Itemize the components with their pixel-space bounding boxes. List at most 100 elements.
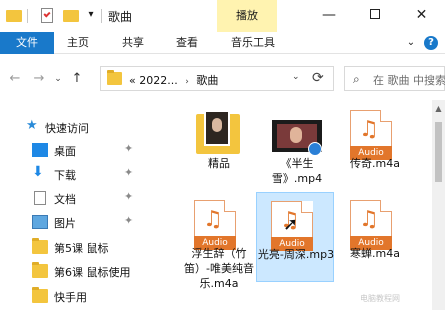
music-note-icon: ♫ (359, 117, 379, 142)
audio-thumbnail: ♫ Audio (194, 200, 244, 250)
folder-icon (196, 110, 240, 154)
address-row: ← → ⌄ ↑ « 2022... › 歌曲 ⌄ ⟳ ⌕ 在 歌曲 中搜索 (0, 54, 445, 100)
audio-thumbnail: ♫ Audio (350, 200, 400, 250)
photo-thumbnail (204, 110, 230, 146)
sidebar-item-label: 第5课 鼠标 (54, 242, 109, 255)
breadcrumb-separator[interactable]: › (185, 77, 189, 87)
back-button[interactable]: ← (6, 70, 24, 88)
properties-icon[interactable] (41, 8, 53, 23)
audio-file-icon: ♫ Audio (350, 110, 392, 160)
sidebar-item-lesson5[interactable]: 第5课 鼠标 (0, 236, 148, 258)
breadcrumb-item[interactable]: 2022... (139, 74, 177, 87)
window-title: 歌曲 (108, 10, 133, 24)
forward-button[interactable]: → (30, 70, 48, 88)
folder-icon (32, 287, 48, 303)
search-icon: ⌕ (353, 72, 360, 86)
folder-icon (107, 70, 122, 85)
file-name: 精品 (208, 157, 230, 170)
tab-file[interactable]: 文件 (0, 32, 54, 54)
search-placeholder: 在 歌曲 中搜索 (373, 74, 445, 87)
sidebar-item-desktop[interactable]: 桌面 ✦ (0, 139, 148, 161)
file-item[interactable]: ♫ Audio 传奇.m4a (336, 102, 414, 202)
sidebar-item-documents[interactable]: 文档 ✦ (0, 187, 148, 209)
sidebar-item-lesson6[interactable]: 第6课 鼠标使用 (0, 260, 148, 282)
file-list: 精品 《半生雪》.mp4 ♫ Audio 传奇.m4a ♫ Audio 浮生辞（… (148, 100, 445, 310)
tab-share[interactable]: 共享 (122, 32, 144, 54)
audio-file-icon: ♫ Audio (194, 200, 236, 250)
sidebar-item-label: 桌面 (54, 145, 76, 158)
pin-icon[interactable]: ✦ (124, 166, 133, 179)
pin-icon[interactable]: ✦ (124, 190, 133, 203)
music-note-icon: ♫ (203, 207, 223, 232)
tab-home[interactable]: 主页 (67, 32, 89, 54)
maximize-icon (370, 9, 380, 19)
file-item[interactable]: ♫ Audio 浮生辞（竹笛）-唯美纯音乐.m4a (180, 192, 258, 304)
folder-thumbnail (194, 110, 244, 160)
sidebar-item-label: 快速访问 (45, 122, 89, 135)
document-icon (34, 191, 46, 205)
download-icon: ⬇ (32, 164, 44, 180)
tab-music-tools[interactable]: 音乐工具 (231, 32, 275, 54)
help-icon[interactable]: ? (424, 36, 438, 50)
video-icon (272, 120, 322, 156)
sidebar-item-quick-access[interactable]: ★ 快速访问 (0, 116, 148, 138)
desktop-icon (32, 143, 48, 157)
sidebar-item-label: 下载 (54, 169, 76, 182)
watermark: 电脑教程网 (360, 294, 400, 303)
up-button[interactable]: ↑ (68, 70, 86, 88)
sidebar-item-label: 第6课 鼠标使用 (54, 266, 131, 279)
refresh-icon[interactable]: ⟳ (312, 70, 324, 86)
audio-thumbnail: ♫ Audio (350, 110, 400, 160)
star-icon: ★ (26, 118, 38, 133)
breadcrumb-overflow[interactable]: « (129, 74, 136, 87)
address-dropdown[interactable]: ⌄ (292, 72, 300, 82)
folder-icon[interactable] (6, 10, 22, 22)
maximize-button[interactable] (352, 0, 398, 32)
chevron-down-icon[interactable]: ⌄ (404, 36, 418, 50)
file-name: 光亮-周深.mp3 (257, 248, 335, 261)
file-name: 寒蝉.m4a (350, 247, 400, 260)
context-tab-header-label: 播放 (236, 9, 258, 22)
sync-icon (308, 142, 322, 156)
sidebar-item-label: 快手用 (54, 291, 87, 304)
file-item[interactable]: 《半生雪》.mp4 (258, 102, 336, 202)
file-name: 浮生辞（竹笛）-唯美纯音乐.m4a (184, 247, 254, 290)
address-bar[interactable]: « 2022... › 歌曲 ⌄ ⟳ (100, 66, 334, 91)
customize-toolbar-dropdown[interactable]: ▾ (84, 8, 98, 22)
new-folder-icon[interactable] (63, 10, 79, 22)
mouse-cursor-icon: ➚ (283, 214, 299, 235)
file-name: 传奇.m4a (350, 157, 400, 170)
sidebar-item-downloads[interactable]: ⬇ 下载 ✦ (0, 163, 148, 185)
sidebar-item-kuaishou[interactable]: 快手用 (0, 285, 148, 307)
title-bar: ▾ 歌曲 播放 — ✕ (0, 0, 445, 32)
tab-view[interactable]: 查看 (176, 32, 198, 54)
file-item[interactable]: ♫ Audio 寒蝉.m4a (336, 192, 414, 292)
audio-file-icon: ♫ Audio (350, 200, 392, 250)
breadcrumb-item-current[interactable]: 歌曲 (196, 74, 218, 87)
file-item[interactable]: 精品 (180, 102, 258, 202)
breadcrumb: « 2022... › 歌曲 (129, 72, 218, 88)
file-name: 《半生雪》.mp4 (271, 157, 323, 185)
minimize-button[interactable]: — (306, 0, 352, 32)
scrollbar-thumb[interactable] (435, 122, 442, 182)
sidebar-item-label: 图片 (54, 217, 76, 230)
video-thumbnail (272, 110, 322, 160)
divider (101, 9, 102, 23)
context-tab-header: 播放 (217, 0, 277, 32)
navigation-pane: ★ 快速访问 桌面 ✦ ⬇ 下载 ✦ 文档 ✦ 图片 ✦ 第5课 鼠标 第6课 … (0, 100, 148, 310)
folder-icon (32, 262, 48, 278)
file-item-selected[interactable]: ♫ Audio 光亮-周深.mp3 (256, 192, 334, 282)
divider (27, 9, 28, 23)
folder-icon (32, 238, 48, 254)
search-input[interactable]: ⌕ 在 歌曲 中搜索 (344, 66, 445, 91)
recent-locations-dropdown[interactable]: ⌄ (52, 70, 64, 88)
scroll-up-icon[interactable]: ▲ (432, 104, 445, 113)
music-note-icon: ♫ (359, 207, 379, 232)
ribbon-tabs: 文件 主页 共享 查看 音乐工具 ⌄ ? (0, 32, 445, 54)
pin-icon[interactable]: ✦ (124, 214, 133, 227)
close-button[interactable]: ✕ (398, 0, 445, 32)
sidebar-item-label: 文档 (54, 193, 76, 206)
sidebar-item-pictures[interactable]: 图片 ✦ (0, 211, 148, 233)
vertical-scrollbar[interactable]: ▲ (432, 100, 445, 310)
pin-icon[interactable]: ✦ (124, 142, 133, 155)
